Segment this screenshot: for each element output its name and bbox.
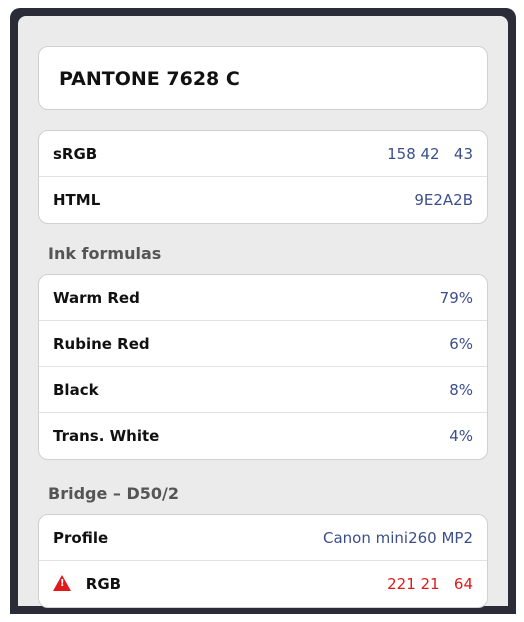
warning-triangle-icon (53, 574, 71, 591)
window-frame: PANTONE 7628 C sRGB 158 42 43 HTML 9E2A2… (10, 8, 516, 614)
ink-label: Warm Red (53, 289, 140, 307)
color-values-card: sRGB 158 42 43 HTML 9E2A2B (38, 130, 488, 224)
ink-row-rubine-red[interactable]: Rubine Red 6% (39, 321, 487, 367)
html-value: 9E2A2B (414, 191, 473, 209)
profile-value: Canon mini260 MP2 (322, 529, 473, 547)
color-name-card: PANTONE 7628 C (38, 46, 488, 110)
ink-row-warm-red[interactable]: Warm Red 79% (39, 275, 487, 321)
profile-label: Profile (53, 529, 109, 547)
ink-label: Trans. White (53, 427, 160, 445)
ink-percent: 79% (439, 289, 473, 307)
rgb-label: RGB (85, 575, 122, 593)
html-label: HTML (53, 191, 101, 209)
color-name: PANTONE 7628 C (59, 68, 240, 90)
srgb-value: 158 42 43 (387, 145, 473, 163)
profile-row[interactable]: Profile Canon mini260 MP2 (39, 515, 487, 561)
ink-percent: 6% (449, 335, 473, 353)
bridge-heading: Bridge – D50/2 (48, 484, 179, 503)
srgb-row[interactable]: sRGB 158 42 43 (39, 131, 487, 177)
color-info-panel: PANTONE 7628 C sRGB 158 42 43 HTML 9E2A2… (18, 16, 508, 608)
ink-row-trans-white[interactable]: Trans. White 4% (39, 413, 487, 459)
rgb-row[interactable]: RGB 221 21 64 (39, 561, 487, 607)
ink-formulas-heading: Ink formulas (48, 244, 162, 263)
ink-percent: 8% (449, 381, 473, 399)
srgb-label: sRGB (53, 145, 98, 163)
ink-row-black[interactable]: Black 8% (39, 367, 487, 413)
ink-label: Black (53, 381, 99, 399)
html-row[interactable]: HTML 9E2A2B (39, 177, 487, 223)
bridge-card: Profile Canon mini260 MP2 RGB 221 21 64 (38, 514, 488, 608)
ink-formulas-card: Warm Red 79% Rubine Red 6% Black 8% Tran… (38, 274, 488, 460)
ink-label: Rubine Red (53, 335, 150, 353)
rgb-value: 221 21 64 (387, 575, 473, 593)
ink-percent: 4% (449, 427, 473, 445)
